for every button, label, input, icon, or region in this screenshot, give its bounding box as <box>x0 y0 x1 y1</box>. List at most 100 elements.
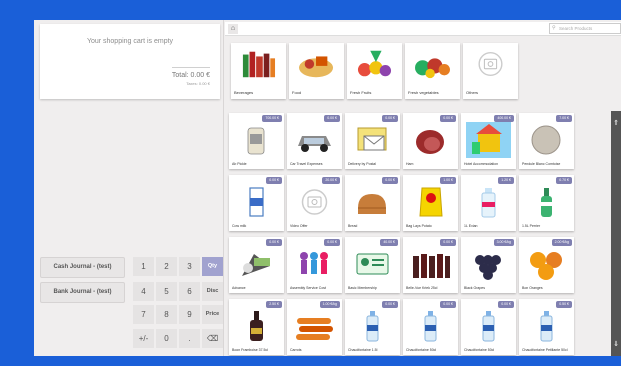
scroll-up-icon[interactable]: ⇑ <box>611 119 621 129</box>
product-image <box>350 246 395 282</box>
key-4[interactable]: 4 <box>133 282 154 301</box>
product-tile[interactable]: 0.00 € Car Travel Expenses <box>287 113 342 169</box>
search-icon: ⚲ <box>552 25 556 31</box>
key-1[interactable]: 1 <box>133 257 154 276</box>
cart-taxes: Taxes: 0.00 € <box>186 81 210 86</box>
product-tile[interactable]: 3.00 €/kg Black Grapes <box>461 237 516 293</box>
product-grid: 700.00 € Ab Pickle 0.00 € Car Travel Expens… <box>229 111 603 356</box>
key-9[interactable]: 9 <box>179 305 200 324</box>
key-6[interactable]: 6 <box>179 282 200 301</box>
price-badge: 1.00 € <box>440 177 456 184</box>
price-badge: 0.70 € <box>556 177 572 184</box>
product-tile[interactable]: 0.00 € Delivery by Postal <box>345 113 400 169</box>
product-tile[interactable]: 0.70 € 1.5L Perrier <box>519 175 574 231</box>
product-tile[interactable]: 0.00 € Cow milk <box>229 175 284 231</box>
product-name: Chaudfontaine Petillante 50cl <box>522 348 568 352</box>
product-name: Bread <box>348 224 358 228</box>
key-3[interactable]: 3 <box>179 257 200 276</box>
product-tile[interactable]: 7.00 € Pendule Blanc Comtoise <box>519 113 574 169</box>
product-image <box>408 122 453 158</box>
shopping-cart: Your shopping cart is empty Total: 0.00 … <box>40 24 220 99</box>
plus-minus-button[interactable]: +/- <box>133 329 154 348</box>
search-input[interactable]: ⚲ Search Products <box>549 23 621 34</box>
pos-screen: Your shopping cart is empty Total: 0.00 … <box>34 20 621 356</box>
product-name: Chaudfontaine 50cl <box>464 348 495 352</box>
key-7[interactable]: 7 <box>133 305 154 324</box>
price-badge: 0.00 € <box>382 301 398 308</box>
product-image <box>524 246 569 282</box>
product-tile[interactable]: 0.00 € Chaudfontaine 50cl <box>461 299 516 355</box>
backspace-button[interactable]: ⌫ <box>202 329 223 348</box>
price-badge: 2.00 €/kg <box>551 239 572 246</box>
category-beverages[interactable]: Beverages <box>231 43 286 99</box>
key-2[interactable]: 2 <box>156 257 177 276</box>
product-tile[interactable]: 2.00 €/kg Bon Oranges <box>519 237 574 293</box>
product-name: Delivery by Postal <box>348 162 377 166</box>
product-tile[interactable]: 700.00 € Ab Pickle <box>229 113 284 169</box>
product-tile[interactable]: 20.00 € Video Offer <box>287 175 342 231</box>
product-tile[interactable]: 0.00 € Belle-Vue Kriek 25cl <box>403 237 458 293</box>
category-label: Fresh vegetables <box>408 90 439 95</box>
product-name: Car Travel Expenses <box>290 162 323 166</box>
price-badge: 0.00 € <box>440 239 456 246</box>
cart-total: Total: 0.00 € <box>171 72 210 79</box>
key-0[interactable]: 0 <box>156 329 177 348</box>
product-image <box>292 308 337 344</box>
product-tile[interactable]: 0.00 € Advance <box>229 237 284 293</box>
category-label: Fresh Fruits <box>350 90 372 95</box>
product-tile[interactable]: 1.00 € Bag Lays Potato <box>403 175 458 231</box>
product-name: Bag Lays Potato <box>406 224 432 228</box>
category-food[interactable]: Food <box>289 43 344 99</box>
fruits-image <box>353 47 396 81</box>
bank-journal-button[interactable]: Bank Journal - (test) <box>40 282 125 303</box>
product-name: Bon Oranges <box>522 286 543 290</box>
price-badge: 0.00 € <box>440 301 456 308</box>
price-badge: 1.00 €/kg <box>319 301 340 308</box>
price-badge: 7.00 € <box>556 115 572 122</box>
product-tile[interactable]: 1.00 €/kg Carrots <box>287 299 342 355</box>
price-badge: 0.00 € <box>266 239 282 246</box>
scroll-down-icon[interactable]: ⇓ <box>611 340 621 350</box>
cash-journal-button[interactable]: Cash Journal - (test) <box>40 257 125 278</box>
product-tile[interactable]: 0.00 € Ham <box>403 113 458 169</box>
disc-mode-button[interactable]: Disc <box>202 282 223 301</box>
price-badge: 0.00 € <box>440 115 456 122</box>
product-tile[interactable]: 0.50 € Chaudfontaine Petillante 50cl <box>519 299 574 355</box>
product-scrollbar[interactable]: ⇑ ⇓ <box>611 111 621 356</box>
product-tile[interactable]: 2.50 € Boon Framboise 37.5cl <box>229 299 284 355</box>
product-image <box>408 246 453 282</box>
product-image <box>292 246 337 282</box>
category-label: Others <box>466 90 479 95</box>
price-mode-button[interactable]: Price <box>202 305 223 324</box>
product-tile[interactable]: 1.20 € 1L Evian <box>461 175 516 231</box>
vegetables-image <box>411 47 454 81</box>
category-others[interactable]: Others <box>463 43 518 99</box>
product-image <box>234 184 279 220</box>
product-tile[interactable]: 40.00 € Basic Membership <box>345 237 400 293</box>
product-name: Hotel Accommodation <box>464 162 499 166</box>
product-name: Boon Framboise 37.5cl <box>232 348 268 352</box>
product-image <box>350 122 395 158</box>
product-tile[interactable]: 0.00 € Chaudfontaine 1.5l <box>345 299 400 355</box>
product-tile[interactable]: 400.00 € Hotel Accommodation <box>461 113 516 169</box>
category-fresh-vegetables[interactable]: Fresh vegetables <box>405 43 460 99</box>
product-image <box>524 122 569 158</box>
key-5[interactable]: 5 <box>156 282 177 301</box>
product-tile[interactable]: 0.00 € Chaudfontaine 50cl <box>403 299 458 355</box>
decimal-button[interactable]: . <box>179 329 200 348</box>
key-8[interactable]: 8 <box>156 305 177 324</box>
home-icon[interactable]: ⌂ <box>228 24 238 34</box>
product-name: Pendule Blanc Comtoise <box>522 162 561 166</box>
category-label: Food <box>292 90 302 95</box>
price-badge: 0.00 € <box>266 177 282 184</box>
product-image <box>234 246 279 282</box>
price-badge: 0.00 € <box>498 301 514 308</box>
product-image <box>524 184 569 220</box>
category-fresh-fruits[interactable]: Fresh Fruits <box>347 43 402 99</box>
qty-mode-button[interactable]: Qty <box>202 257 223 276</box>
price-badge: 0.00 € <box>324 115 340 122</box>
product-tile[interactable]: 0.00 € Assembly Service Cost <box>287 237 342 293</box>
price-badge: 0.50 € <box>556 301 572 308</box>
product-tile[interactable]: 0.00 € Bread <box>345 175 400 231</box>
product-name: Carrots <box>290 348 302 352</box>
